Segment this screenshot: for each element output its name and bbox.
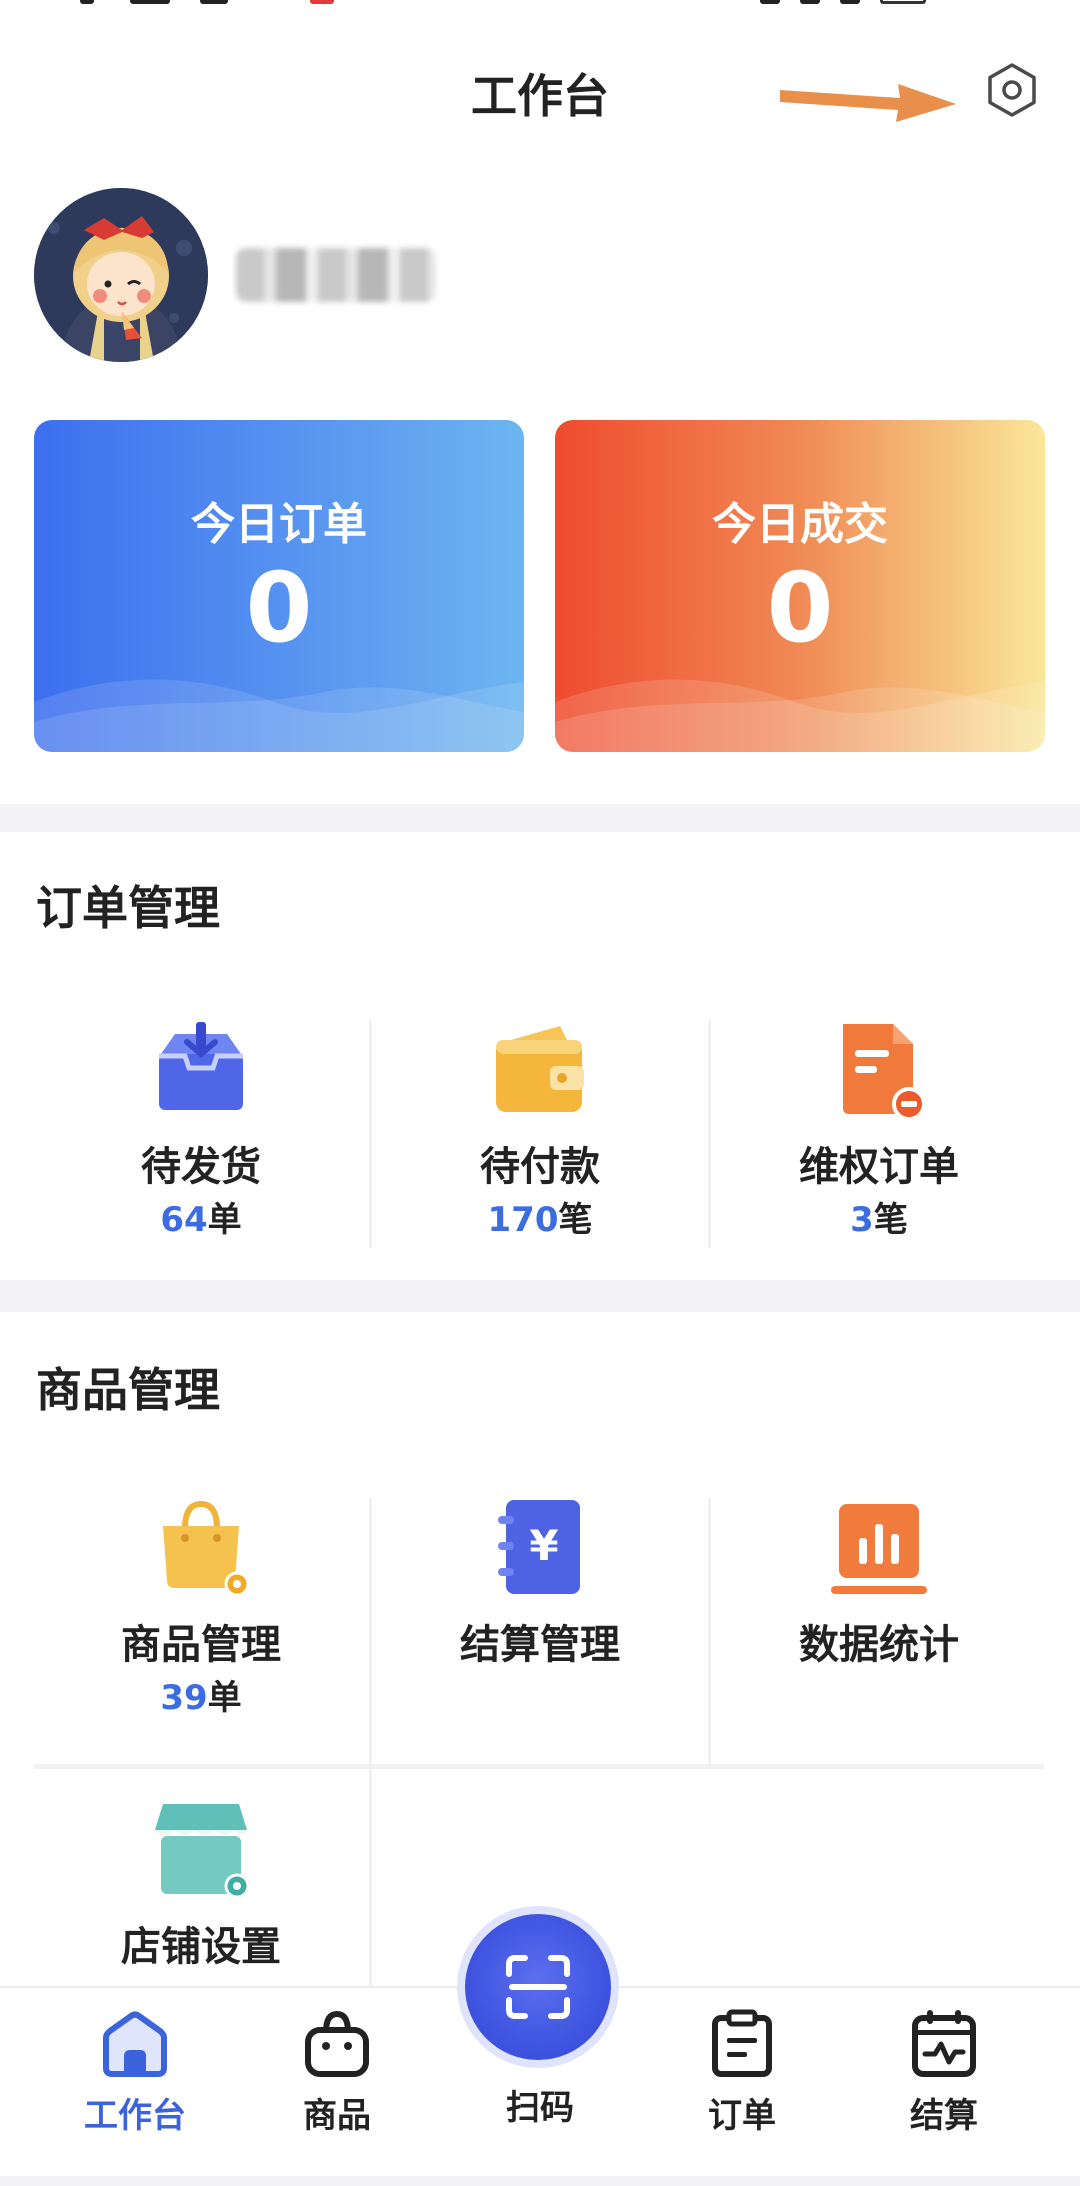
tab-orders[interactable]: 订单 <box>667 2008 817 2137</box>
item-count: 64单 <box>32 1192 370 1241</box>
scan-button[interactable] <box>465 1914 611 2060</box>
document-minus-icon <box>843 1024 926 1120</box>
item-name: 待发货 <box>141 1144 261 1190</box>
inbox-icon <box>159 1022 243 1110</box>
order-management-title: 订单管理 <box>36 881 220 935</box>
data-statistics-item[interactable]: 数据统计 <box>710 1498 1048 1762</box>
wave-decoration <box>555 679 1045 752</box>
settings-gear-icon[interactable] <box>984 62 1040 118</box>
calendar-chart-icon <box>912 2010 976 2077</box>
today-deals-label: 今日成交 <box>712 499 888 550</box>
wallet-icon <box>496 1026 584 1112</box>
store-settings-item[interactable]: 店铺设置 <box>32 1800 370 2000</box>
shopping-bag-gear-icon <box>163 1500 250 1597</box>
tab-label: 商品 <box>303 2096 371 2136</box>
wave-decoration <box>34 679 524 752</box>
annotation-arrow-icon <box>780 84 956 122</box>
top-section: 工作台 今日订单 0 今日成交 0 <box>0 0 1080 804</box>
avatar-illustration <box>34 188 208 362</box>
store-gear-icon <box>155 1804 250 1899</box>
count-unit: 笔 <box>873 1200 908 1240</box>
order-management-section: 订单管理 待发货 64单 待付款 170笔 维权订单 3笔 <box>0 832 1080 1280</box>
item-count: 39单 <box>32 1670 370 1719</box>
today-deals-card[interactable]: 今日成交 0 <box>555 420 1045 752</box>
username-blurred <box>236 248 436 302</box>
yen-notebook-icon: ¥ <box>498 1500 580 1594</box>
workbench-page: 工作台 今日订单 0 今日成交 0 订单管理 待发货 64单 待付款 170笔 … <box>0 0 1080 2186</box>
count-number: 64 <box>160 1200 208 1240</box>
today-deals-value: 0 <box>766 552 834 664</box>
bar-chart-icon <box>831 1504 927 1594</box>
goods-management-item[interactable]: 商品管理 39单 <box>32 1498 370 1762</box>
item-name: 维权订单 <box>799 1144 959 1190</box>
item-name: 数据统计 <box>799 1622 959 1668</box>
today-orders-value: 0 <box>245 552 313 664</box>
clipboard-icon <box>712 2009 772 2077</box>
item-name: 店铺设置 <box>121 1924 281 1970</box>
goods-management-title: 商品管理 <box>36 1363 220 1417</box>
item-count: 170笔 <box>371 1192 709 1241</box>
tab-workbench[interactable]: 工作台 <box>60 2008 210 2137</box>
scan-icon <box>506 1955 570 2019</box>
count-number: 170 <box>487 1200 559 1240</box>
tab-label: 工作台 <box>84 2096 186 2136</box>
count-unit: 笔 <box>558 1200 593 1240</box>
count-number: 39 <box>160 1678 208 1718</box>
count-number: 3 <box>850 1200 874 1240</box>
item-count: 3笔 <box>710 1192 1048 1241</box>
item-name: 待付款 <box>480 1144 600 1190</box>
status-bar-edge <box>0 0 1080 8</box>
today-orders-card[interactable]: 今日订单 0 <box>34 420 524 752</box>
tab-goods[interactable]: 商品 <box>262 2008 412 2137</box>
tab-scan[interactable]: 扫码 <box>465 2080 615 2129</box>
divider <box>34 1764 1044 1769</box>
item-name: 商品管理 <box>121 1622 281 1668</box>
tab-label: 订单 <box>708 2096 776 2136</box>
count-unit: 单 <box>207 1200 242 1240</box>
rights-protection-item[interactable]: 维权订单 3笔 <box>710 1020 1048 1250</box>
home-indicator <box>0 2176 1080 2186</box>
pending-shipment-item[interactable]: 待发货 64单 <box>32 1020 370 1250</box>
pending-payment-item[interactable]: 待付款 170笔 <box>371 1020 709 1250</box>
tab-label: 结算 <box>910 2096 978 2136</box>
bag-icon <box>305 2010 369 2077</box>
tab-label: 扫码 <box>506 2088 574 2128</box>
settlement-management-item[interactable]: ¥ 结算管理 <box>371 1498 709 1762</box>
svg-text:¥: ¥ <box>529 1521 558 1570</box>
count-unit: 单 <box>207 1678 242 1718</box>
tab-settlement[interactable]: 结算 <box>869 2008 1019 2137</box>
avatar[interactable] <box>34 188 208 362</box>
item-name: 结算管理 <box>460 1622 620 1668</box>
today-orders-label: 今日订单 <box>191 499 367 550</box>
home-icon <box>103 2011 167 2077</box>
